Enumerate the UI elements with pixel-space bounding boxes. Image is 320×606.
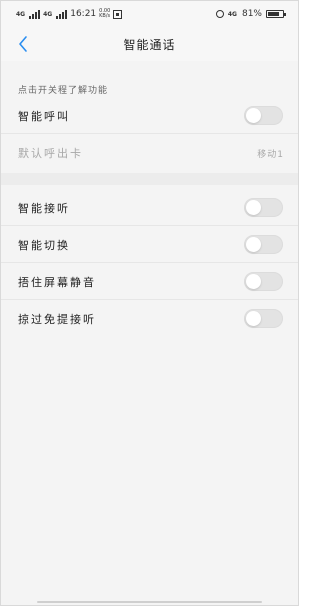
screen: 4G 4G 16:21 0.00 KB/s 4G 81% 智能通话 点击开关程了 <box>0 0 299 606</box>
toggle-knob <box>246 108 261 123</box>
settings-group-2: 智能接听 智能切换 捂住屏幕静音 掠过免提接听 <box>1 189 298 337</box>
settings-group-1: 智能呼叫 默认呼出卡 移动1 <box>1 97 298 171</box>
toggle-knob <box>246 311 261 326</box>
setting-label: 掠过免提接听 <box>18 313 96 326</box>
setting-label: 默认呼出卡 <box>18 147 83 160</box>
speed-indicator: 0.00 KB/s <box>99 9 110 19</box>
speed-unit: KB/s <box>99 13 111 19</box>
network-label: 4G <box>227 10 237 18</box>
setting-value: 移动1 <box>257 150 284 160</box>
alarm-icon <box>215 10 224 18</box>
setting-label: 智能切换 <box>18 239 70 252</box>
toggle-knob <box>246 274 261 289</box>
group-divider <box>1 173 298 185</box>
signal-icon <box>56 9 68 19</box>
signal-icon <box>29 9 41 19</box>
cover-mute-toggle[interactable] <box>244 272 283 291</box>
smart-call-toggle[interactable] <box>244 106 283 125</box>
setting-row-smart-call: 智能呼叫 <box>1 97 298 134</box>
battery-fill <box>268 12 279 16</box>
status-left: 4G 4G 16:21 0.00 KB/s <box>16 9 123 19</box>
image-notification-icon <box>113 9 123 19</box>
header: 智能通话 <box>1 27 298 61</box>
setting-label: 捂住屏幕静音 <box>18 276 96 289</box>
status-right: 4G 81% <box>215 9 286 19</box>
setting-row-smart-switch: 智能切换 <box>1 226 298 263</box>
setting-row-smart-answer: 智能接听 <box>1 189 298 226</box>
smart-switch-toggle[interactable] <box>244 235 283 254</box>
section-caption: 点击开关程了解功能 <box>18 86 109 96</box>
setting-row-default-sim[interactable]: 默认呼出卡 移动1 <box>1 134 298 171</box>
setting-row-cover-mute: 捂住屏幕静音 <box>1 263 298 300</box>
bottom-indicator <box>37 601 262 603</box>
toggle-knob <box>246 237 261 252</box>
status-bar: 4G 4G 16:21 0.00 KB/s 4G 81% <box>1 1 298 27</box>
battery-icon <box>266 10 286 18</box>
sim1-label: 4G <box>16 10 26 18</box>
sim2-label: 4G <box>43 10 53 18</box>
setting-label: 智能接听 <box>18 202 70 215</box>
clock: 16:21 <box>70 9 97 19</box>
smart-answer-toggle[interactable] <box>244 198 283 217</box>
battery-percent: 81% <box>241 9 262 19</box>
toggle-knob <box>246 200 261 215</box>
page-title: 智能通话 <box>123 38 176 52</box>
setting-label: 智能呼叫 <box>18 110 70 123</box>
setting-row-swipe-speaker-answer: 掠过免提接听 <box>1 300 298 337</box>
swipe-speaker-answer-toggle[interactable] <box>244 309 283 328</box>
